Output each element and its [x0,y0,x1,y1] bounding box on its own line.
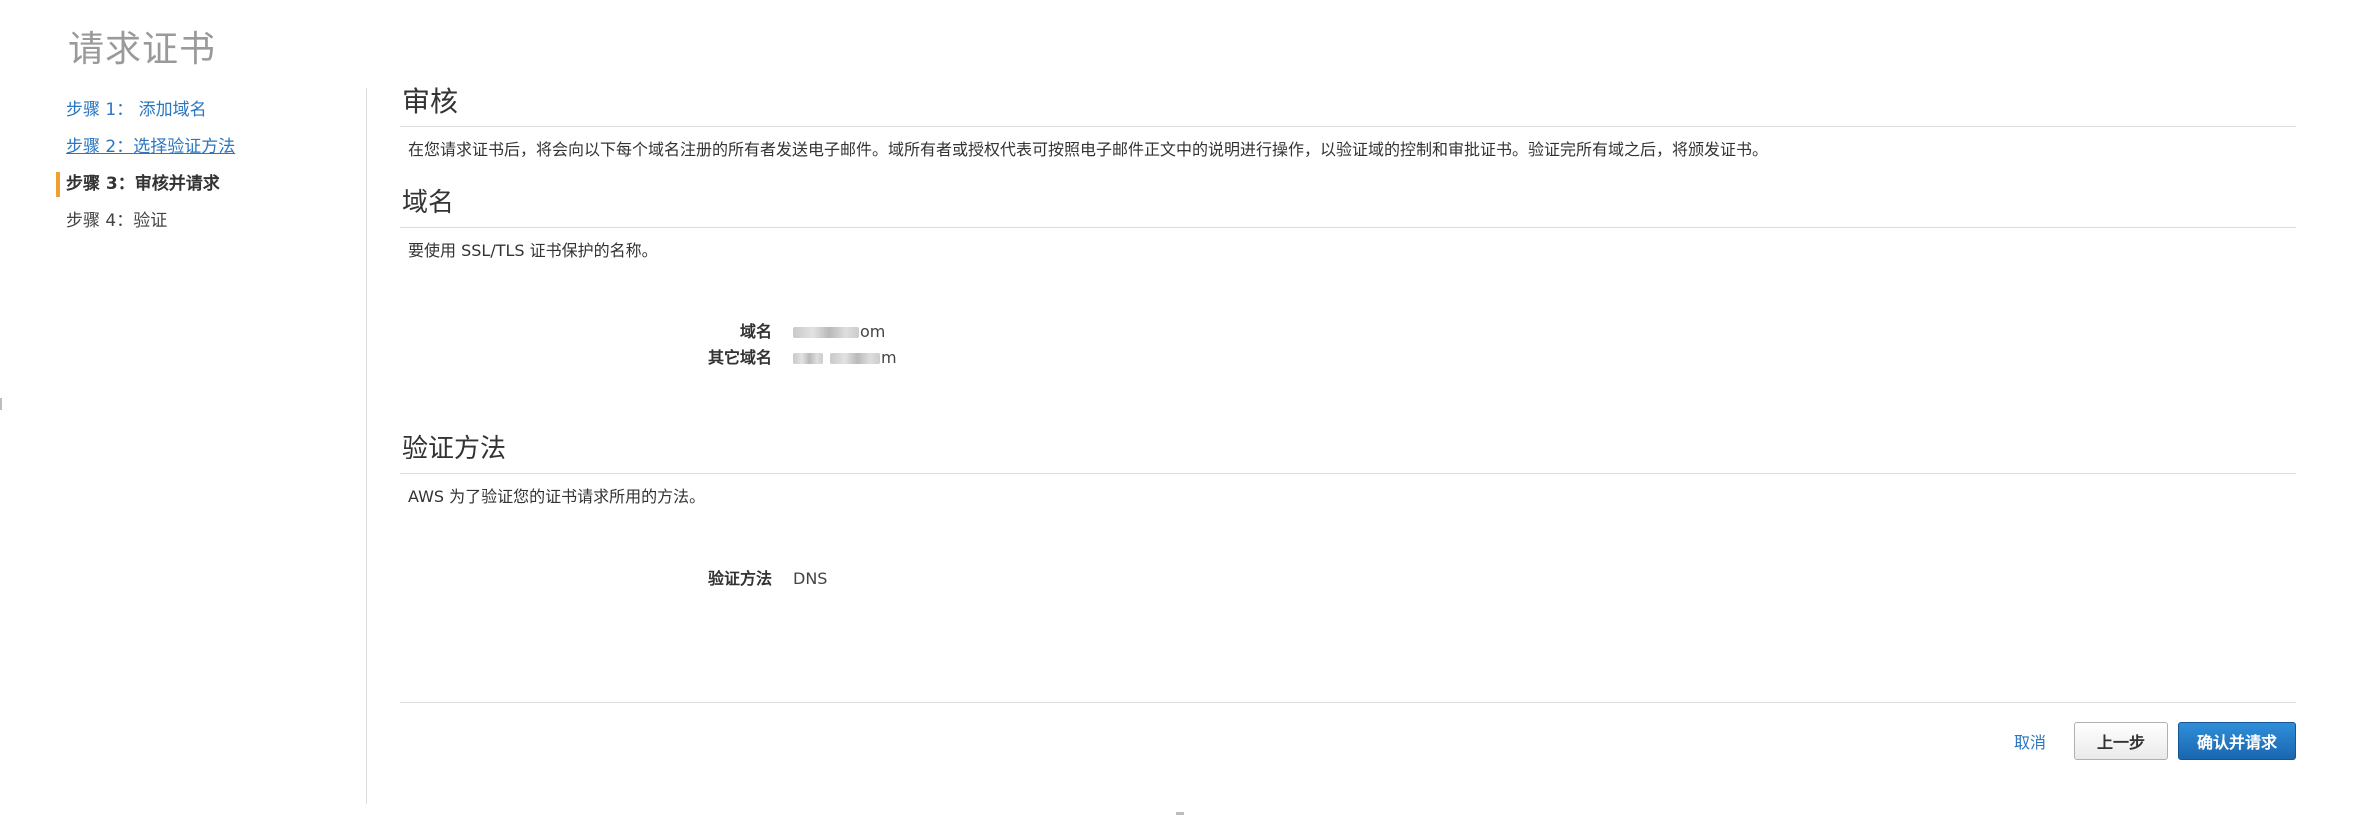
step-1-link[interactable]: 步骤 1： 添加域名 [56,92,356,129]
review-description: 在您请求证书后，将会向以下每个域名注册的所有者发送电子邮件。域所有者或授权代表可… [408,140,1769,159]
domain-row: 域名 om [400,319,2296,345]
validation-heading: 验证方法 [400,429,2296,474]
domain-heading: 域名 [400,183,2296,228]
validation-fields: 验证方法 DNS [400,566,2296,592]
step-3-current: 步骤 3：审核并请求 [56,166,356,203]
domain-section: 域名 要使用 SSL/TLS 证书保护的名称。 域名 om 其它域名 m [400,183,2296,371]
footer-divider [400,702,2296,703]
bottom-marker [1176,812,1184,815]
main-content: 审核 在您请求证书后，将会向以下每个域名注册的所有者发送电子邮件。域所有者或授权… [400,82,2296,592]
redacted-mask [830,353,880,364]
review-heading: 审核 [400,82,2296,127]
redacted-mask [793,327,859,338]
previous-button[interactable]: 上一步 [2073,722,2168,760]
confirm-request-button[interactable]: 确认并请求 [2177,722,2296,760]
other-domain-value: m [793,345,897,371]
domain-fields: 域名 om 其它域名 m [400,319,2296,371]
other-domain-value-suffix: m [881,348,897,367]
domain-name-label: 域名 [739,322,772,341]
validation-method-value: DNS [793,569,828,588]
step-2-link[interactable]: 步骤 2：选择验证方法 [56,129,356,166]
redacted-mask [793,353,823,364]
domain-name-value: om [793,319,885,345]
other-domain-row: 其它域名 m [400,345,2296,371]
cancel-button[interactable]: 取消 [1996,729,2064,753]
vertical-divider [366,88,367,804]
validation-section: 验证方法 AWS 为了验证您的证书请求所用的方法。 验证方法 DNS [400,429,2296,592]
step-4-label: 步骤 4：验证 [66,211,168,231]
edge-marker [0,398,2,410]
validation-description: AWS 为了验证您的证书请求所用的方法。 [408,487,706,506]
action-bar: 取消 上一步 确认并请求 [1996,722,2296,760]
review-section: 审核 在您请求证书后，将会向以下每个域名注册的所有者发送电子邮件。域所有者或授权… [400,82,2296,161]
step-navigation: 步骤 1： 添加域名 步骤 2：选择验证方法 步骤 3：审核并请求 步骤 4：验… [56,92,356,240]
validation-method-row: 验证方法 DNS [400,566,2296,592]
page-title: 请求证书 [68,29,217,70]
domain-name-value-suffix: om [860,322,886,341]
domain-description: 要使用 SSL/TLS 证书保护的名称。 [408,241,658,260]
validation-method-label: 验证方法 [707,569,772,588]
other-domain-label: 其它域名 [707,348,772,367]
